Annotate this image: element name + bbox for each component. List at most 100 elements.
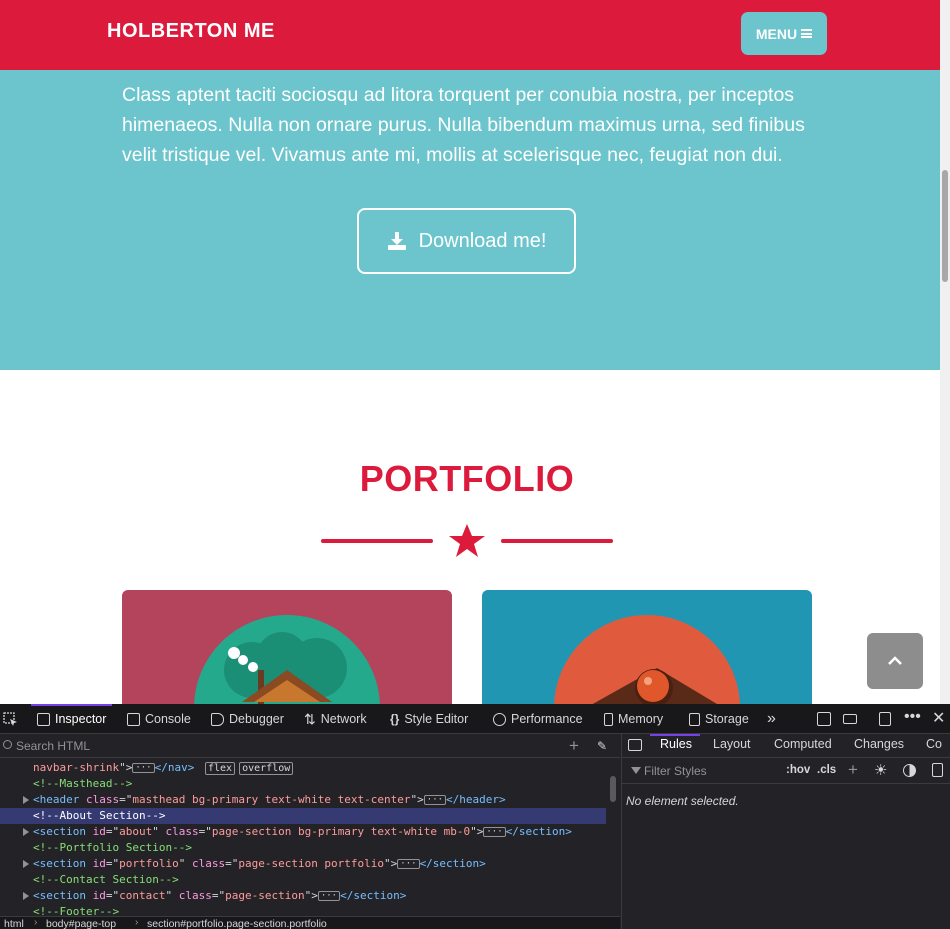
print-media-icon[interactable] — [932, 763, 943, 777]
cabin-illustration — [194, 615, 380, 704]
element-picker-icon[interactable] — [3, 712, 18, 727]
no-element-message: No element selected. — [626, 794, 739, 808]
breadcrumb-item[interactable]: section#portfolio.page-section.portfolio — [147, 918, 327, 929]
brand-logo[interactable]: HOLBERTON ME — [107, 20, 275, 43]
tab-performance[interactable]: Performance — [493, 704, 583, 734]
scroll-to-top-button[interactable] — [867, 633, 923, 689]
add-node-icon[interactable]: + — [569, 737, 579, 754]
expand-arrow-icon[interactable] — [23, 828, 29, 836]
node-text: navbar-shrink — [33, 761, 120, 774]
download-label: Download me! — [418, 229, 547, 252]
overflow-badge[interactable]: overflow — [239, 762, 294, 775]
screenshot-node-icon[interactable] — [817, 712, 831, 726]
collapsed-ellipsis[interactable]: ··· — [397, 859, 420, 869]
tab-console[interactable]: Console — [127, 704, 191, 734]
toggle-pane-icon[interactable] — [628, 739, 642, 751]
breadcrumb-separator-icon: › — [34, 917, 38, 928]
tab-label: Debugger — [229, 712, 284, 726]
eyedropper-icon[interactable]: ✎ — [597, 739, 607, 753]
expand-arrow-icon[interactable] — [23, 892, 29, 900]
tree-node-comment-selected[interactable]: <!--About Section--> — [0, 808, 606, 824]
tab-memory[interactable]: Memory — [604, 704, 663, 734]
tab-network[interactable]: ⇅ Network — [304, 704, 367, 734]
network-icon: ⇅ — [304, 710, 316, 727]
tree-node-comment[interactable]: <!--Portfolio Section--> — [0, 840, 606, 856]
collapsed-ellipsis[interactable]: ··· — [483, 827, 506, 837]
tab-inspector[interactable]: Inspector — [30, 704, 113, 734]
performance-icon — [493, 712, 506, 726]
navbar: HOLBERTON ME MENU — [0, 0, 940, 70]
rules-tabbar: Rules Layout Computed Changes Co — [622, 734, 950, 758]
tab-rules[interactable]: Rules — [660, 737, 692, 751]
tree-node-comment[interactable]: <!--Masthead--> — [0, 776, 606, 792]
node-text: <!--Contact Section--> — [33, 873, 179, 886]
tree-node-comment[interactable]: <!--Contact Section--> — [0, 872, 606, 888]
portfolio-title: PORTFOLIO — [359, 458, 575, 499]
debugger-icon — [211, 712, 224, 726]
page-scrollbar[interactable] — [940, 0, 950, 704]
tree-node-section-about[interactable]: <section id="about" class="page-section … — [0, 824, 606, 840]
tree-node-nav[interactable]: navbar-shrink"> ··· </nav> flex overflow — [0, 760, 606, 776]
tree-node-section-portfolio[interactable]: <section id="portfolio" class="page-sect… — [0, 856, 606, 872]
portfolio-item-cabin[interactable] — [122, 590, 452, 704]
filter-styles-input[interactable] — [644, 763, 784, 779]
light-theme-icon[interactable]: ☀ — [874, 761, 887, 779]
tab-layout[interactable]: Layout — [713, 737, 751, 751]
hamburger-icon — [801, 29, 813, 38]
devtools-panel: Inspector Console Debugger ⇅ Network {} … — [0, 704, 950, 929]
divider-line-right — [501, 539, 613, 543]
breadcrumb-item[interactable]: html — [4, 918, 24, 929]
add-rule-icon[interactable]: + — [848, 760, 858, 780]
download-button[interactable]: Download me! — [357, 208, 576, 274]
node-text: <!--About Section--> — [33, 809, 166, 822]
tree-node-header[interactable]: <header class="masthead bg-primary text-… — [0, 792, 606, 808]
filter-row: :hov .cls + ☀ — [622, 758, 950, 784]
flex-badge[interactable]: flex — [204, 762, 236, 775]
node-text: masthead bg-primary text-white text-cent… — [132, 793, 411, 806]
ruler-icon[interactable] — [843, 714, 857, 724]
tab-label: Memory — [618, 712, 664, 726]
tab-debugger[interactable]: Debugger — [211, 704, 284, 734]
double-chevron-icon: » — [767, 710, 776, 727]
node-text: </nav> — [154, 761, 195, 774]
more-tabs-button[interactable]: » — [767, 704, 776, 734]
tab-label: Performance — [511, 712, 583, 726]
menu-button[interactable]: MENU — [741, 12, 827, 55]
more-options-icon[interactable]: ••• — [904, 708, 921, 726]
tab-compatibility[interactable]: Co — [926, 737, 942, 751]
node-text: page-section portfolio — [238, 857, 385, 870]
tab-label: Console — [145, 712, 191, 726]
tab-storage[interactable]: Storage — [689, 704, 749, 734]
page-scrollbar-thumb[interactable] — [942, 170, 948, 282]
collapsed-ellipsis[interactable]: ··· — [132, 763, 155, 773]
markup-pane: + ✎ navbar-shrink">···</nav> flexoverflo… — [0, 734, 620, 929]
dark-theme-icon[interactable] — [903, 764, 916, 777]
collapsed-ellipsis[interactable]: ··· — [423, 795, 447, 805]
close-icon[interactable]: ✕ — [932, 708, 945, 728]
tab-computed[interactable]: Computed — [774, 737, 832, 751]
search-html-input[interactable] — [16, 737, 556, 755]
page-viewport: HOLBERTON ME MENU Class aptent taciti so… — [0, 0, 950, 704]
expand-arrow-icon[interactable] — [23, 796, 29, 804]
hov-button[interactable]: :hov — [786, 764, 810, 776]
storage-icon — [689, 712, 700, 726]
tab-style-editor[interactable]: {} Style Editor — [390, 704, 468, 734]
breadcrumb-item[interactable]: body#page-top — [46, 918, 116, 929]
expand-arrow-icon[interactable] — [23, 860, 29, 868]
responsive-design-icon[interactable] — [879, 712, 891, 726]
tree-scrollbar-thumb[interactable] — [610, 776, 616, 802]
portfolio-item-cake[interactable] — [482, 590, 812, 704]
breadcrumb: html › body#page-top › section#portfolio… — [0, 916, 620, 929]
tree-scrollbar[interactable] — [606, 758, 620, 918]
portfolio-section: PORTFOLIO — [0, 370, 940, 704]
node-text: header — [39, 793, 80, 806]
inspector-icon — [37, 712, 50, 726]
breadcrumb-separator-icon: › — [135, 917, 139, 928]
tab-changes[interactable]: Changes — [854, 737, 904, 751]
tab-label: Inspector — [55, 712, 107, 726]
cls-button[interactable]: .cls — [817, 764, 836, 776]
collapsed-ellipsis[interactable]: ··· — [317, 891, 341, 901]
about-text: Class aptent taciti sociosqu ad litora t… — [122, 84, 805, 166]
memory-icon — [604, 712, 613, 726]
tree-node-section-contact[interactable]: <section id="contact" class="page-sectio… — [0, 888, 606, 904]
